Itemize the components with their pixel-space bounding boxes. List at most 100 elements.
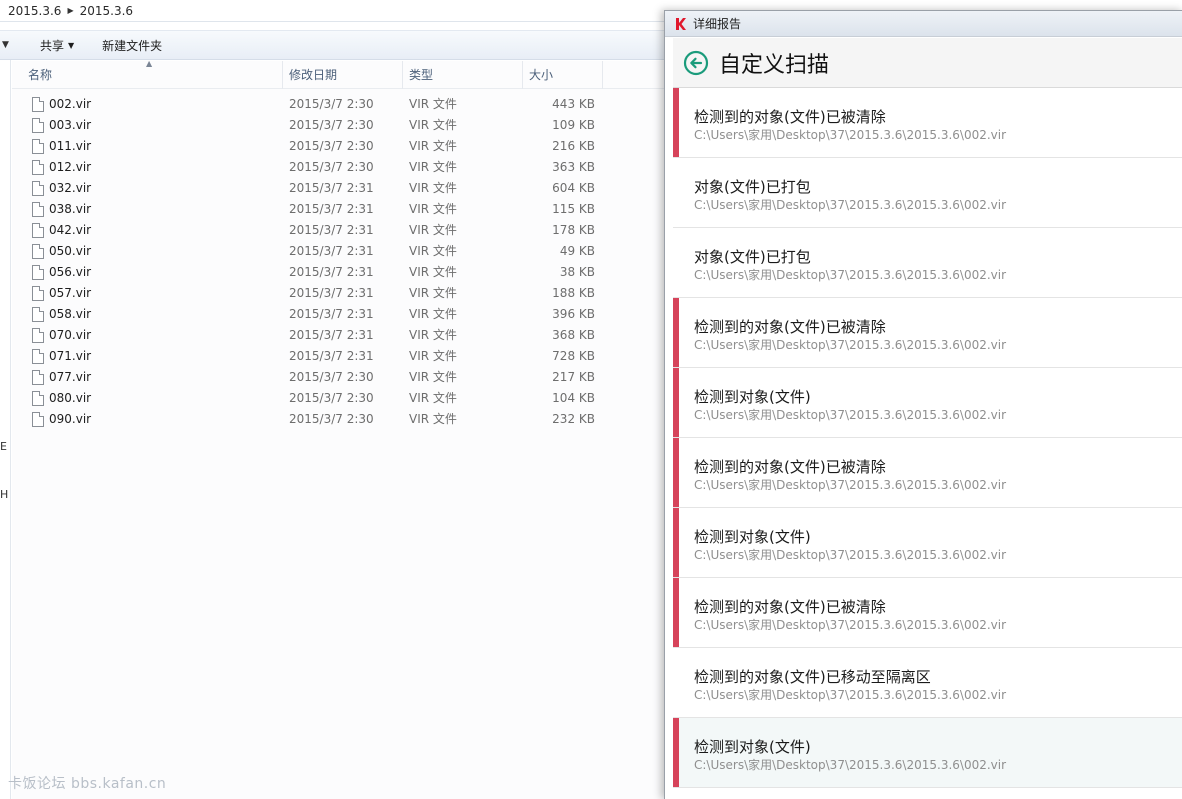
back-arrow-icon[interactable] bbox=[683, 50, 709, 76]
report-list-item[interactable]: 对象(文件)已打包 C:\Users\家用\Desktop\37\2015.3.6… bbox=[673, 228, 1182, 298]
file-name: 077.vir bbox=[49, 370, 92, 384]
report-list-item[interactable]: 检测到的对象(文件)已移动至隔离区 C:\Users\家用\Desktop\37\… bbox=[673, 648, 1182, 718]
report-header: 自定义扫描 bbox=[673, 38, 1182, 88]
file-icon bbox=[32, 412, 44, 427]
file-modified-date: 2015/3/7 2:31 bbox=[289, 223, 374, 237]
file-row[interactable]: 056.vir 2015/3/7 2:31 VIR 文件 38 KB bbox=[12, 262, 712, 283]
share-button-label: 共享 bbox=[40, 38, 65, 53]
file-size: 115 KB bbox=[552, 202, 595, 216]
nav-item-fragment[interactable]: E bbox=[0, 440, 7, 453]
file-size: 368 KB bbox=[552, 328, 595, 342]
file-row[interactable]: 058.vir 2015/3/7 2:31 VIR 文件 396 KB bbox=[12, 304, 712, 325]
file-icon bbox=[32, 328, 44, 343]
file-modified-date: 2015/3/7 2:30 bbox=[289, 370, 374, 384]
breadcrumb-item[interactable]: 2015.3.6 bbox=[4, 4, 65, 18]
file-name: 038.vir bbox=[49, 202, 92, 216]
file-icon bbox=[32, 370, 44, 385]
file-size: 232 KB bbox=[552, 412, 595, 426]
file-row[interactable]: 050.vir 2015/3/7 2:31 VIR 文件 49 KB bbox=[12, 241, 712, 262]
detail-report-window: 详细报告 自定义扫描 检测到的对象(文件)已被清除 C:\Users\家用\Des… bbox=[664, 10, 1182, 799]
report-event-list: 检测到的对象(文件)已被清除 C:\Users\家用\Desktop\37\201… bbox=[673, 88, 1182, 788]
report-item-title: 检测到的对象(文件)已移动至隔离区 bbox=[694, 668, 931, 686]
file-row[interactable]: 057.vir 2015/3/7 2:31 VIR 文件 188 KB bbox=[12, 283, 712, 304]
report-list-item[interactable]: 检测到对象(文件) C:\Users\家用\Desktop\37\2015.3.6… bbox=[673, 718, 1182, 788]
file-name: 002.vir bbox=[49, 97, 92, 111]
file-row[interactable]: 012.vir 2015/3/7 2:30 VIR 文件 363 KB bbox=[12, 157, 712, 178]
report-list-item[interactable]: 检测到的对象(文件)已被清除 C:\Users\家用\Desktop\37\201… bbox=[673, 438, 1182, 508]
file-row[interactable]: 071.vir 2015/3/7 2:31 VIR 文件 728 KB bbox=[12, 346, 712, 367]
breadcrumb-item[interactable]: 2015.3.6 bbox=[76, 4, 137, 18]
file-type: VIR 文件 bbox=[409, 181, 457, 195]
file-size: 728 KB bbox=[552, 349, 595, 363]
file-modified-date: 2015/3/7 2:31 bbox=[289, 202, 374, 216]
file-name: 032.vir bbox=[49, 181, 92, 195]
file-type: VIR 文件 bbox=[409, 139, 457, 153]
kaspersky-logo-icon bbox=[676, 17, 686, 30]
report-list-item[interactable]: 检测到的对象(文件)已被清除 C:\Users\家用\Desktop\37\201… bbox=[673, 88, 1182, 158]
file-row[interactable]: 042.vir 2015/3/7 2:31 VIR 文件 178 KB bbox=[12, 220, 712, 241]
file-name: 070.vir bbox=[49, 328, 92, 342]
report-item-path: C:\Users\家用\Desktop\37\2015.3.6\2015.3.6… bbox=[694, 758, 1007, 772]
report-item-path: C:\Users\家用\Desktop\37\2015.3.6\2015.3.6… bbox=[694, 268, 1007, 282]
file-row[interactable]: 002.vir 2015/3/7 2:30 VIR 文件 443 KB bbox=[12, 94, 712, 115]
file-type: VIR 文件 bbox=[409, 202, 457, 216]
column-header-name[interactable]: 名称 bbox=[22, 61, 283, 89]
report-item-path: C:\Users\家用\Desktop\37\2015.3.6\2015.3.6… bbox=[694, 408, 1007, 422]
file-modified-date: 2015/3/7 2:31 bbox=[289, 328, 374, 342]
file-icon bbox=[32, 139, 44, 154]
file-type: VIR 文件 bbox=[409, 412, 457, 426]
file-type: VIR 文件 bbox=[409, 370, 457, 384]
file-row[interactable]: 011.vir 2015/3/7 2:30 VIR 文件 216 KB bbox=[12, 136, 712, 157]
chevron-down-icon: ▼ bbox=[68, 40, 75, 50]
breadcrumb-separator-icon[interactable]: ▶ bbox=[65, 6, 75, 15]
file-list: ▲ 名称 修改日期 类型 大小 002.vir 2015/3/7 2:30 VIR … bbox=[12, 59, 712, 799]
file-row[interactable]: 003.vir 2015/3/7 2:30 VIR 文件 109 KB bbox=[12, 115, 712, 136]
file-row[interactable]: 070.vir 2015/3/7 2:31 VIR 文件 368 KB bbox=[12, 325, 712, 346]
nav-item-fragment[interactable]: H bbox=[0, 488, 8, 501]
file-row[interactable]: 077.vir 2015/3/7 2:30 VIR 文件 217 KB bbox=[12, 367, 712, 388]
file-row[interactable]: 038.vir 2015/3/7 2:31 VIR 文件 115 KB bbox=[12, 199, 712, 220]
file-modified-date: 2015/3/7 2:30 bbox=[289, 139, 374, 153]
file-row[interactable]: 080.vir 2015/3/7 2:30 VIR 文件 104 KB bbox=[12, 388, 712, 409]
file-row[interactable]: 032.vir 2015/3/7 2:31 VIR 文件 604 KB bbox=[12, 178, 712, 199]
file-name: 071.vir bbox=[49, 349, 92, 363]
watermark: 卡饭论坛 bbs.kafan.cn bbox=[8, 776, 167, 792]
report-item-path: C:\Users\家用\Desktop\37\2015.3.6\2015.3.6… bbox=[694, 688, 1007, 702]
report-list-item[interactable]: 检测到的对象(文件)已被清除 C:\Users\家用\Desktop\37\201… bbox=[673, 298, 1182, 368]
column-header-size[interactable]: 大小 bbox=[523, 61, 603, 89]
report-window-title: 详细报告 bbox=[693, 17, 742, 31]
column-header-type[interactable]: 类型 bbox=[403, 61, 523, 89]
file-modified-date: 2015/3/7 2:30 bbox=[289, 118, 374, 132]
report-item-title: 检测到的对象(文件)已被清除 bbox=[694, 598, 886, 616]
file-row[interactable]: 090.vir 2015/3/7 2:30 VIR 文件 232 KB bbox=[12, 409, 712, 430]
file-name: 058.vir bbox=[49, 307, 92, 321]
file-size: 217 KB bbox=[552, 370, 595, 384]
file-name: 042.vir bbox=[49, 223, 92, 237]
file-name: 080.vir bbox=[49, 391, 92, 405]
file-type: VIR 文件 bbox=[409, 97, 457, 111]
file-type: VIR 文件 bbox=[409, 223, 457, 237]
file-modified-date: 2015/3/7 2:31 bbox=[289, 349, 374, 363]
new-folder-button[interactable]: 新建文件夹 bbox=[102, 37, 162, 54]
file-size: 38 KB bbox=[559, 265, 595, 279]
column-header-row: ▲ 名称 修改日期 类型 大小 bbox=[12, 59, 712, 89]
file-name: 056.vir bbox=[49, 265, 92, 279]
report-item-path: C:\Users\家用\Desktop\37\2015.3.6\2015.3.6… bbox=[694, 548, 1007, 562]
report-list-item[interactable]: 检测到的对象(文件)已被清除 C:\Users\家用\Desktop\37\201… bbox=[673, 578, 1182, 648]
report-list-item[interactable]: 检测到对象(文件) C:\Users\家用\Desktop\37\2015.3.6… bbox=[673, 368, 1182, 438]
file-type: VIR 文件 bbox=[409, 349, 457, 363]
file-type: VIR 文件 bbox=[409, 286, 457, 300]
file-type: VIR 文件 bbox=[409, 265, 457, 279]
report-list-item[interactable]: 对象(文件)已打包 C:\Users\家用\Desktop\37\2015.3.6… bbox=[673, 158, 1182, 228]
file-size: 104 KB bbox=[552, 391, 595, 405]
file-type: VIR 文件 bbox=[409, 118, 457, 132]
report-item-title: 检测到对象(文件) bbox=[694, 528, 811, 546]
share-button[interactable]: 共享 ▼ bbox=[40, 37, 74, 54]
file-modified-date: 2015/3/7 2:30 bbox=[289, 160, 374, 174]
file-icon bbox=[32, 349, 44, 364]
navigation-pane[interactable]: E H bbox=[0, 60, 11, 799]
chevron-down-icon[interactable]: ▼ bbox=[2, 40, 12, 50]
column-header-date[interactable]: 修改日期 bbox=[283, 61, 403, 89]
report-item-title: 检测到的对象(文件)已被清除 bbox=[694, 458, 886, 476]
report-list-item[interactable]: 检测到对象(文件) C:\Users\家用\Desktop\37\2015.3.6… bbox=[673, 508, 1182, 578]
